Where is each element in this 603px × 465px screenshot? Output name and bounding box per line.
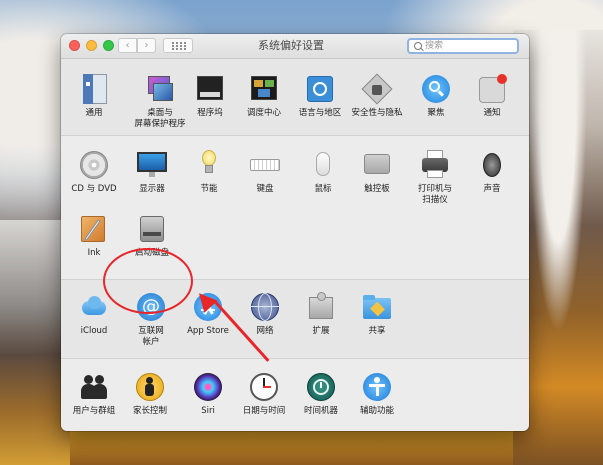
pref-sound[interactable]: 声音 xyxy=(459,150,525,195)
pref-security-privacy[interactable]: 安全性与隐私 xyxy=(344,73,410,119)
zoom-button[interactable] xyxy=(103,40,114,51)
search-field[interactable]: 搜索 xyxy=(407,38,519,54)
time-machine-icon xyxy=(306,372,336,402)
pref-cd-dvd[interactable]: CD 与 DVD xyxy=(61,150,127,195)
sound-icon xyxy=(477,150,507,180)
show-all-grid-button[interactable] xyxy=(163,38,193,53)
window-title: 系统偏好设置 xyxy=(258,39,324,52)
printer-scanner-icon xyxy=(420,150,450,180)
general-icon xyxy=(79,74,109,104)
sharing-icon xyxy=(362,292,392,322)
pref-sharing[interactable]: 共享 xyxy=(344,292,410,337)
close-button[interactable] xyxy=(69,40,80,51)
date-time-icon xyxy=(249,372,279,402)
pref-label: 通用 xyxy=(85,108,103,118)
parental-controls-icon xyxy=(135,372,165,402)
search-icon xyxy=(414,42,422,50)
section-system: 用户与群组 家长控制 Siri 日期与时间 时间机器 辅助功能 xyxy=(61,359,529,431)
pref-label: 键盘 xyxy=(256,184,274,194)
pref-general[interactable]: 通用 xyxy=(61,74,127,119)
pref-label: 共享 xyxy=(368,326,386,336)
forward-button[interactable]: › xyxy=(137,38,156,53)
system-preferences-window: ‹ › 系统偏好设置 搜索 通用 桌面与 屏幕保护程序 程序坞 调度中心 语言与… xyxy=(61,34,529,431)
title-bar: ‹ › 系统偏好设置 搜索 xyxy=(61,34,529,59)
trackpad-icon xyxy=(362,150,392,180)
dock-icon xyxy=(195,74,225,104)
pref-accessibility[interactable]: 辅助功能 xyxy=(344,372,410,417)
pref-ink[interactable]: Ink xyxy=(61,214,127,259)
pref-keyboard[interactable]: 键盘 xyxy=(232,150,298,195)
displays-icon xyxy=(137,150,167,180)
accessibility-icon xyxy=(362,372,392,402)
pref-label: 声音 xyxy=(483,184,501,194)
minimize-button[interactable] xyxy=(86,40,97,51)
mouse-icon xyxy=(308,150,338,180)
security-privacy-icon xyxy=(361,73,393,105)
highlight-circle xyxy=(103,248,193,314)
mission-control-icon xyxy=(249,74,279,104)
pref-label: 通知 xyxy=(483,108,501,118)
energy-saver-icon xyxy=(194,150,224,180)
pref-label: 触控板 xyxy=(364,184,390,194)
language-region-icon xyxy=(305,74,335,104)
cd-dvd-icon xyxy=(79,150,109,180)
siri-icon xyxy=(193,372,223,402)
users-groups-icon xyxy=(79,372,109,402)
pref-parental-controls[interactable]: 家长控制 xyxy=(117,372,183,417)
keyboard-icon xyxy=(250,150,280,180)
search-placeholder: 搜索 xyxy=(425,41,444,51)
section-personal: 通用 桌面与 屏幕保护程序 程序坞 调度中心 语言与地区 安全性与隐私 聚焦 通… xyxy=(61,59,529,135)
pref-notifications[interactable]: 通知 xyxy=(459,74,525,119)
ink-icon xyxy=(79,214,109,244)
back-button[interactable]: ‹ xyxy=(118,38,137,53)
pref-label: CD 与 DVD xyxy=(71,184,117,194)
spotlight-icon xyxy=(421,74,451,104)
notifications-icon xyxy=(477,74,507,104)
network-icon xyxy=(250,292,280,322)
pref-trackpad[interactable]: 触控板 xyxy=(344,150,410,195)
extensions-icon xyxy=(306,292,336,322)
desktop-screensaver-icon xyxy=(145,74,175,104)
icloud-icon xyxy=(79,292,109,322)
pref-label: 安全性与隐私 xyxy=(351,108,403,118)
pref-label: 辅助功能 xyxy=(359,406,394,416)
pref-label: 家长控制 xyxy=(132,406,167,416)
wallpaper-mountain-left xyxy=(0,220,70,465)
startup-disk-icon xyxy=(137,214,167,244)
